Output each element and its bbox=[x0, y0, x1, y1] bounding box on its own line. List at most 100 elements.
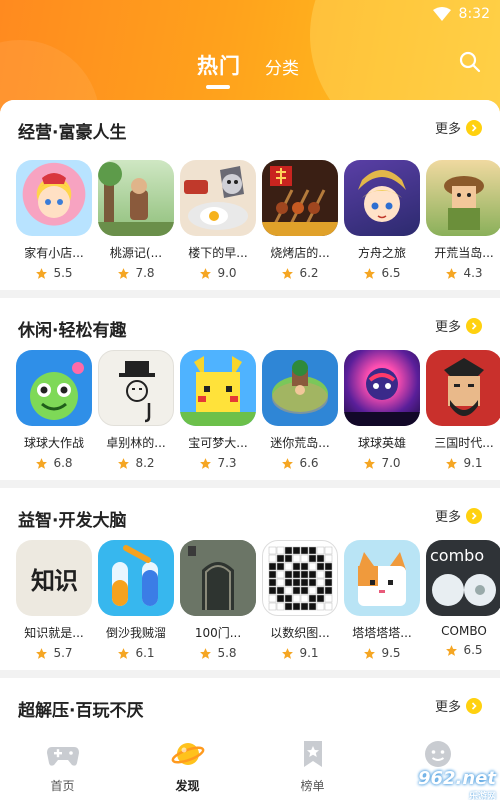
rating-value: 7.3 bbox=[217, 456, 237, 470]
app-icon bbox=[344, 160, 420, 236]
tab-hot[interactable]: 热门 bbox=[197, 50, 241, 80]
star-icon bbox=[282, 647, 294, 659]
icon-lettering: combo bbox=[430, 546, 485, 565]
more-label: 更多 bbox=[434, 700, 461, 715]
more-button[interactable]: 更多 bbox=[435, 696, 482, 715]
watermark-text: 962.net bbox=[417, 768, 496, 789]
star-icon bbox=[118, 267, 130, 279]
app-card[interactable]: 迷你荒岛... 6.6 bbox=[262, 350, 338, 470]
app-card[interactable]: combo COMBO 6.5 bbox=[426, 540, 500, 657]
star-icon bbox=[282, 457, 294, 469]
section-title: 经营·富豪人生 bbox=[18, 123, 127, 143]
section-divider bbox=[0, 290, 500, 298]
app-card[interactable]: 三国时代... 9.1 bbox=[426, 350, 500, 470]
rating-value: 6.1 bbox=[135, 646, 155, 660]
app-icon bbox=[16, 160, 92, 236]
app-card[interactable]: 桃源记(... 7.8 bbox=[98, 160, 174, 280]
nav-home[interactable]: 首页 bbox=[0, 725, 125, 800]
app-rating: 7.3 bbox=[180, 456, 256, 470]
app-card[interactable]: 倒沙我贼溜 6.1 bbox=[98, 540, 174, 660]
app-rating: 5.7 bbox=[16, 646, 92, 660]
app-name: 以数织图... bbox=[270, 626, 330, 640]
nav-ranking[interactable]: 榜单 bbox=[250, 725, 375, 800]
rating-value: 7.0 bbox=[381, 456, 401, 470]
app-card[interactable]: 知识 知识就是... 5.7 bbox=[16, 540, 92, 660]
more-button[interactable]: 更多 bbox=[435, 506, 482, 525]
app-rating: 9.0 bbox=[180, 266, 256, 280]
star-icon bbox=[200, 457, 212, 469]
rating-value: 9.1 bbox=[299, 646, 319, 660]
wifi-icon bbox=[432, 7, 451, 21]
star-icon bbox=[36, 647, 48, 659]
nav-label: 首页 bbox=[50, 779, 75, 793]
app-card[interactable]: 方舟之旅 6.5 bbox=[344, 160, 420, 280]
app-icon bbox=[344, 350, 420, 426]
smiley-icon bbox=[424, 741, 451, 767]
app-icon bbox=[426, 350, 500, 426]
app-name: 方舟之旅 bbox=[357, 246, 406, 260]
star-icon bbox=[364, 457, 376, 469]
app-icon bbox=[16, 350, 92, 426]
star-icon bbox=[446, 644, 458, 656]
gamepad-icon bbox=[46, 747, 79, 766]
rating-value: 5.5 bbox=[53, 266, 73, 280]
content-area[interactable]: 经营·富豪人生 更多 家有小店... 5.5 桃源记(... 7.8 楼下的早.… bbox=[0, 100, 500, 725]
app-icon bbox=[180, 160, 256, 236]
star-icon bbox=[364, 647, 376, 659]
app-card[interactable]: 塔塔塔塔... 9.5 bbox=[344, 540, 420, 660]
more-label: 更多 bbox=[434, 122, 461, 137]
watermark-sub: 乐游网 bbox=[468, 792, 496, 800]
tab-category[interactable]: 分类 bbox=[265, 54, 299, 79]
rating-value: 6.6 bbox=[299, 456, 319, 470]
app-icon bbox=[344, 540, 420, 616]
rating-value: 9.5 bbox=[381, 646, 401, 660]
app-name: 家有小店... bbox=[24, 246, 84, 260]
bookmark-star-icon bbox=[303, 741, 322, 767]
more-button[interactable]: 更多 bbox=[435, 118, 482, 137]
app-card[interactable]: 100门... 5.8 bbox=[180, 540, 256, 660]
app-card[interactable]: 烧烤店的... 6.2 bbox=[262, 160, 338, 280]
app-name: 卓别林的... bbox=[106, 436, 166, 450]
app-name: 开荒当岛... bbox=[434, 246, 494, 260]
status-time: 8:32 bbox=[458, 6, 490, 22]
rating-value: 4.3 bbox=[463, 266, 483, 280]
app-icon bbox=[98, 350, 174, 426]
search-icon[interactable] bbox=[458, 50, 482, 74]
star-icon bbox=[446, 267, 458, 279]
app-row: 家有小店... 5.5 桃源记(... 7.8 楼下的早... 9.0 烧烤店的… bbox=[16, 160, 500, 290]
star-icon bbox=[364, 267, 376, 279]
rating-value: 9.1 bbox=[463, 456, 483, 470]
app-card[interactable]: 以数织图... 9.1 bbox=[262, 540, 338, 660]
star-icon bbox=[200, 647, 212, 659]
app-rating: 6.2 bbox=[262, 266, 338, 280]
section-casual: 休闲·轻松有趣 更多 球球大作战 6.8 卓别林的... 8.2 宝可梦大...… bbox=[0, 298, 500, 480]
more-button[interactable]: 更多 bbox=[435, 316, 482, 335]
app-name: 球球英雄 bbox=[357, 436, 406, 450]
rating-value: 9.0 bbox=[217, 266, 237, 280]
app-card[interactable]: 楼下的早... 9.0 bbox=[180, 160, 256, 280]
app-card[interactable]: 开荒当岛... 4.3 bbox=[426, 160, 500, 280]
section-divider bbox=[0, 480, 500, 488]
rating-value: 7.8 bbox=[135, 266, 155, 280]
app-name: 楼下的早... bbox=[188, 246, 248, 260]
app-rating: 6.5 bbox=[344, 266, 420, 280]
nav-label: 发现 bbox=[175, 779, 200, 793]
app-card[interactable]: 宝可梦大... 7.3 bbox=[180, 350, 256, 470]
app-name: 桃源记(... bbox=[109, 246, 163, 260]
app-icon bbox=[426, 160, 500, 236]
app-name: 倒沙我贼溜 bbox=[105, 626, 166, 640]
app-card[interactable]: 球球大作战 6.8 bbox=[16, 350, 92, 470]
app-icon bbox=[180, 350, 256, 426]
app-rating: 5.8 bbox=[180, 646, 256, 660]
app-card[interactable]: 家有小店... 5.5 bbox=[16, 160, 92, 280]
star-icon bbox=[200, 267, 212, 279]
section-title: 超解压·百玩不厌 bbox=[18, 701, 144, 721]
rating-value: 5.8 bbox=[217, 646, 237, 660]
more-label: 更多 bbox=[434, 510, 461, 525]
nav-discover[interactable]: 发现 bbox=[125, 725, 250, 800]
app-row: 知识 知识就是... 5.7 倒沙我贼溜 6.1 100门... 5.8 以数织… bbox=[16, 540, 500, 670]
app-card[interactable]: 卓别林的... 8.2 bbox=[98, 350, 174, 470]
app-rating: 8.2 bbox=[98, 456, 174, 470]
section-puzzle: 益智·开发大脑 更多 知识 知识就是... 5.7 倒沙我贼溜 6.1 100门… bbox=[0, 488, 500, 670]
app-card[interactable]: 球球英雄 7.0 bbox=[344, 350, 420, 470]
